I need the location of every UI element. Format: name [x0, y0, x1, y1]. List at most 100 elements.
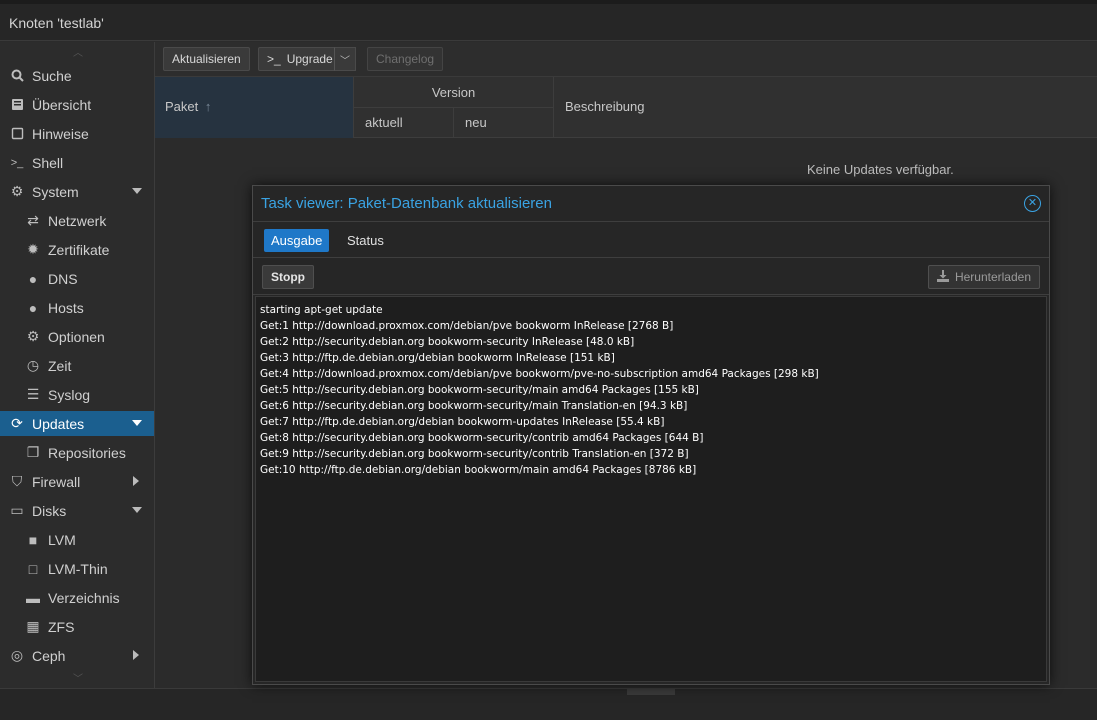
- exchange-icon: ⇄: [27, 212, 39, 228]
- log-line: Get:8 http://security.debian.org bookwor…: [260, 432, 704, 444]
- sidebar-item-label: Zeit: [48, 357, 72, 374]
- sidebar-item-dns[interactable]: ● DNS: [0, 266, 154, 291]
- sort-asc-icon: ↑: [204, 99, 212, 114]
- changelog-button[interactable]: Changelog: [367, 47, 444, 71]
- sidebar-item-lvm-thin[interactable]: □ LVM-Thin: [0, 556, 154, 581]
- book-icon: [9, 97, 25, 113]
- log-line: Get:5 http://security.debian.org bookwor…: [260, 384, 699, 396]
- tab-status[interactable]: Status: [340, 229, 391, 252]
- column-header-new[interactable]: neu: [454, 108, 554, 138]
- caret-right-icon[interactable]: [133, 476, 139, 486]
- log-line: Get:1 http://download.proxmox.com/debian…: [260, 320, 674, 332]
- sidebar-item-zertifikate[interactable]: ✹ Zertifikate: [0, 237, 154, 262]
- sidebar-item-suche[interactable]: Suche: [0, 63, 154, 88]
- node-sidebar: ︿ Suche Übersicht Hinweise >_ Shell ⚙ System ⇄ N…: [0, 42, 155, 688]
- column-header-package[interactable]: Paket ↑: [155, 77, 354, 138]
- caret-down-icon[interactable]: [132, 188, 142, 194]
- close-icon[interactable]: ✕: [1024, 195, 1041, 212]
- sidebar-item-label: Hinweise: [32, 125, 89, 142]
- column-header-current[interactable]: aktuell: [354, 108, 454, 138]
- terminal-icon: >_: [267, 52, 281, 66]
- sidebar-item-label: Shell: [32, 154, 64, 171]
- download-button[interactable]: Herunterladen: [927, 265, 1040, 289]
- list-icon: ☰: [26, 386, 40, 402]
- sidebar-item-label: Repositories: [48, 444, 126, 461]
- terminal-icon: >_: [10, 156, 24, 169]
- sidebar-item-disks[interactable]: ▭ Disks: [0, 498, 154, 523]
- sidebar-item-netzwerk[interactable]: ⇄ Netzwerk: [0, 208, 154, 233]
- sidebar-item-syslog[interactable]: ☰ Syslog: [0, 382, 154, 407]
- sidebar-item-optionen[interactable]: ⚙ Optionen: [0, 324, 154, 349]
- caret-down-icon[interactable]: [132, 507, 142, 513]
- sidebar-item-ceph[interactable]: ◎ Ceph: [0, 643, 154, 668]
- sidebar-item-zeit[interactable]: ◷ Zeit: [0, 353, 154, 378]
- sidebar-item-verzeichnis[interactable]: ▬ Verzeichnis: [0, 585, 154, 610]
- sidebar-item-label: Hosts: [48, 299, 84, 316]
- sidebar-item-system[interactable]: ⚙ System: [0, 179, 154, 204]
- sidebar-item-label: Updates: [32, 415, 85, 432]
- empty-state-text: Keine Updates verfügbar.: [807, 162, 954, 177]
- tab-output[interactable]: Ausgabe: [264, 229, 330, 252]
- sidebar-item-label: Optionen: [48, 328, 105, 345]
- stop-button[interactable]: Stopp: [262, 265, 314, 289]
- sidebar-item-übersicht[interactable]: Übersicht: [0, 92, 154, 117]
- grid-icon: ▦: [26, 618, 40, 634]
- sidebar-item-label: System: [32, 183, 79, 200]
- sidebar-item-firewall[interactable]: ⛉ Firewall: [0, 469, 154, 494]
- hdd-icon: ▭: [10, 502, 24, 518]
- download-label: Herunterladen: [954, 270, 1031, 284]
- caret-down-icon[interactable]: [132, 420, 142, 426]
- ceph-icon: ◎: [10, 647, 24, 663]
- log-line: Get:9 http://security.debian.org bookwor…: [260, 448, 689, 460]
- node-header: Knoten 'testlab': [0, 0, 1097, 41]
- sidebar-item-hosts[interactable]: ● Hosts: [0, 295, 154, 320]
- upgrade-label: Upgrade: [286, 52, 333, 66]
- sidebar-item-label: Ceph: [32, 647, 66, 664]
- upgrade-button[interactable]: >_ Upgrade: [258, 47, 344, 71]
- sidebar-item-shell[interactable]: >_ Shell: [0, 150, 154, 175]
- scroll-up-icon[interactable]: ︿: [70, 44, 86, 59]
- footer-resize-handle[interactable]: [627, 689, 675, 695]
- sidebar-item-hinweise[interactable]: Hinweise: [0, 121, 154, 146]
- sidebar-item-zfs[interactable]: ▦ ZFS: [0, 614, 154, 639]
- sidebar-item-label: ZFS: [48, 618, 75, 635]
- updates-toolbar: Aktualisieren >_ Upgrade ﹀ Changelog: [155, 42, 1097, 77]
- upgrade-menu-chevron-down-icon[interactable]: ﹀: [334, 47, 356, 71]
- log-line: starting apt-get update: [260, 304, 383, 316]
- files-icon: ❐: [26, 444, 40, 460]
- folder-icon: ▬: [26, 589, 40, 606]
- note-icon: [9, 126, 25, 142]
- sidebar-item-label: Zertifikate: [48, 241, 110, 258]
- dialog-title: Task viewer: Paket-Datenbank aktualisier…: [261, 195, 552, 212]
- sidebar-item-label: Verzeichnis: [48, 589, 120, 606]
- clock-icon: ◷: [26, 357, 40, 373]
- sidebar-item-lvm[interactable]: ■ LVM: [0, 527, 154, 552]
- caret-right-icon[interactable]: [133, 650, 139, 660]
- shield-icon: ⛉: [11, 473, 23, 489]
- sidebar-item-label: LVM: [48, 531, 76, 548]
- sidebar-item-label: LVM-Thin: [48, 560, 108, 577]
- sidebar-item-updates[interactable]: ⟳ Updates: [0, 411, 154, 436]
- sidebar-item-label: Übersicht: [32, 96, 92, 113]
- log-line: Get:2 http://security.debian.org bookwor…: [260, 336, 635, 348]
- sidebar-item-label: DNS: [48, 270, 78, 287]
- sidebar-item-label: Disks: [32, 502, 67, 519]
- task-viewer-dialog: Task viewer: Paket-Datenbank aktualisier…: [252, 185, 1050, 685]
- task-log-footer: [0, 688, 1097, 720]
- refresh-button[interactable]: Aktualisieren: [163, 47, 250, 71]
- dialog-tabs: Ausgabe Status: [253, 223, 1049, 258]
- log-line: Get:6 http://security.debian.org bookwor…: [260, 400, 688, 412]
- sidebar-item-label: Suche: [32, 67, 72, 84]
- download-icon: [936, 269, 949, 285]
- globe-icon: ●: [28, 299, 38, 316]
- log-line: Get:7 http://ftp.de.debian.org/debian bo…: [260, 416, 665, 428]
- certificate-icon: ✹: [27, 241, 39, 257]
- column-header-description[interactable]: Beschreibung: [554, 77, 1097, 138]
- sidebar-item-repositories[interactable]: ❐ Repositories: [0, 440, 154, 465]
- gear-icon: ⚙: [26, 328, 40, 344]
- task-output-log[interactable]: starting apt-get update Get:1 http://down…: [255, 296, 1047, 682]
- scroll-down-icon[interactable]: ﹀: [70, 670, 86, 685]
- column-package-label: Paket: [165, 99, 199, 114]
- updates-grid-header: Paket ↑ Version aktuell neu Beschreibung: [155, 77, 1097, 138]
- refresh-icon: ⟳: [11, 415, 23, 431]
